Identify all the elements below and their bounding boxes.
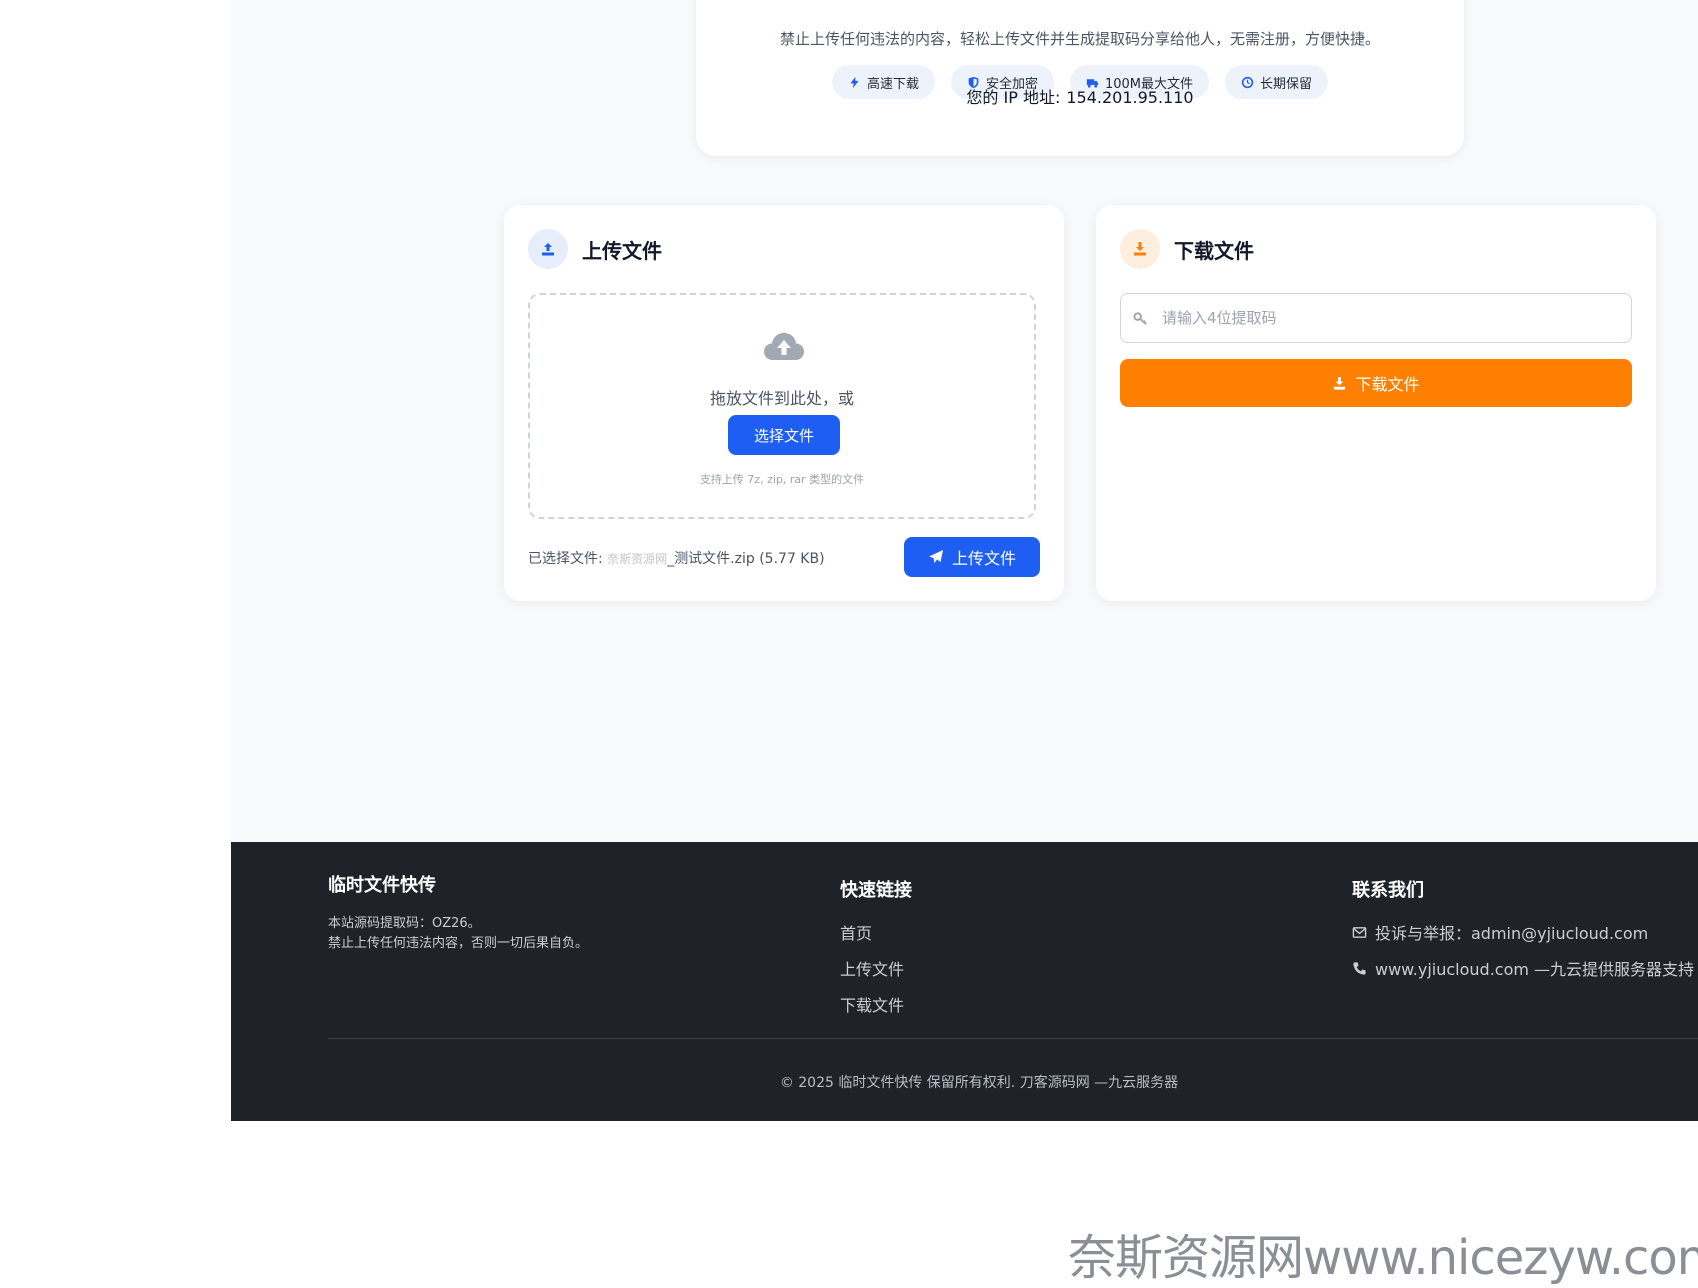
footer-contact-site-text: www.yjiucloud.com —九云提供服务器支持 bbox=[1375, 960, 1695, 979]
file-dropzone[interactable]: 拖放文件到此处，或 选择文件 支持上传 7z, zip, rar 类型的文件 bbox=[528, 293, 1036, 519]
footer-quick-links: 快速链接 首页 上传文件 下载文件 bbox=[840, 876, 912, 1028]
envelope-icon bbox=[1352, 926, 1367, 938]
dropzone-hint: 支持上传 7z, zip, rar 类型的文件 bbox=[699, 473, 865, 486]
download-icon bbox=[1120, 229, 1160, 269]
upload-card-header: 上传文件 bbox=[528, 229, 662, 269]
selected-file-name: _测试文件.zip (5.77 KB) bbox=[667, 551, 825, 567]
dropzone-text: 拖放文件到此处，或 bbox=[709, 389, 854, 408]
footer-about-title: 临时文件快传 bbox=[328, 875, 436, 896]
footer-about-line: 本站源码提取码：OZ26。 bbox=[328, 916, 481, 931]
download-card-header: 下载文件 bbox=[1120, 229, 1254, 269]
footer-contact-email[interactable]: 投诉与举报：admin@yjiucloud.com bbox=[1352, 920, 1694, 944]
upload-card-title: 上传文件 bbox=[582, 238, 662, 263]
hero-card: 禁止上传任何违法的内容，轻松上传文件并生成提取码分享给他人，无需注册，方便快捷。… bbox=[696, 0, 1464, 156]
footer-contact: 联系我们 投诉与举报：admin@yjiucloud.com www.yjiuc… bbox=[1352, 876, 1694, 992]
upload-submit-label: 上传文件 bbox=[951, 549, 1016, 568]
footer-divider bbox=[328, 1038, 1698, 1039]
download-button-label: 下载文件 bbox=[1355, 375, 1420, 394]
footer-link-home[interactable]: 首页 bbox=[840, 920, 912, 944]
cloud-upload-icon bbox=[764, 333, 804, 360]
selected-file-label: 已选择文件: bbox=[528, 551, 603, 567]
footer-links-title: 快速链接 bbox=[840, 880, 912, 901]
footer-about-line: 禁止上传任何违法内容，否则一切后果自负。 bbox=[328, 936, 589, 951]
phone-icon bbox=[1353, 961, 1366, 975]
selected-file-watermark: 奈斯资源网 bbox=[607, 552, 668, 566]
extract-code-input[interactable] bbox=[1160, 308, 1604, 328]
upload-card: 上传文件 拖放文件到此处，或 选择文件 支持上传 7z, zip, rar 类型… bbox=[504, 205, 1064, 601]
footer-copyright: © 2025 临时文件快传 保留所有权利. 刀客源码网 —九云服务器 bbox=[779, 1075, 1179, 1091]
footer-contact-email-text: 投诉与举报：admin@yjiucloud.com bbox=[1375, 924, 1649, 943]
download-button[interactable]: 下载文件 bbox=[1120, 359, 1632, 407]
download-card: 下载文件 下载文件 bbox=[1096, 205, 1656, 601]
hero-description: 禁止上传任何违法的内容，轻松上传文件并生成提取码分享给他人，无需注册，方便快捷。 bbox=[779, 30, 1380, 48]
ip-address-line: 您的 IP 地址: 154.201.95.110 bbox=[696, 84, 1464, 108]
paper-plane-icon bbox=[928, 550, 943, 563]
site-watermark: 奈斯资源网www.nicezyw.com bbox=[1068, 1230, 1698, 1286]
footer-link-download[interactable]: 下载文件 bbox=[840, 992, 912, 1016]
upload-submit-button[interactable]: 上传文件 bbox=[904, 537, 1040, 577]
download-arrow-icon bbox=[1334, 376, 1346, 390]
ip-value: 154.201.95.110 bbox=[1066, 88, 1194, 107]
upload-icon bbox=[528, 229, 568, 269]
footer-link-upload[interactable]: 上传文件 bbox=[840, 956, 912, 980]
key-icon bbox=[1133, 311, 1147, 325]
footer-contact-title: 联系我们 bbox=[1352, 880, 1424, 901]
site-footer: 临时文件快传 本站源码提取码：OZ26。 禁止上传任何违法内容，否则一切后果自负… bbox=[231, 842, 1698, 1121]
extract-code-field[interactable] bbox=[1120, 293, 1632, 343]
selected-file-info: 已选择文件: 奈斯资源网_测试文件.zip (5.77 KB) bbox=[528, 548, 825, 568]
footer-contact-site[interactable]: www.yjiucloud.com —九云提供服务器支持 bbox=[1352, 956, 1694, 980]
choose-file-button[interactable]: 选择文件 bbox=[728, 415, 840, 455]
ip-label: 您的 IP 地址: bbox=[966, 88, 1061, 107]
download-card-title: 下载文件 bbox=[1174, 238, 1254, 263]
footer-about: 临时文件快传 本站源码提取码：OZ26。 禁止上传任何违法内容，否则一切后果自负… bbox=[328, 876, 588, 954]
